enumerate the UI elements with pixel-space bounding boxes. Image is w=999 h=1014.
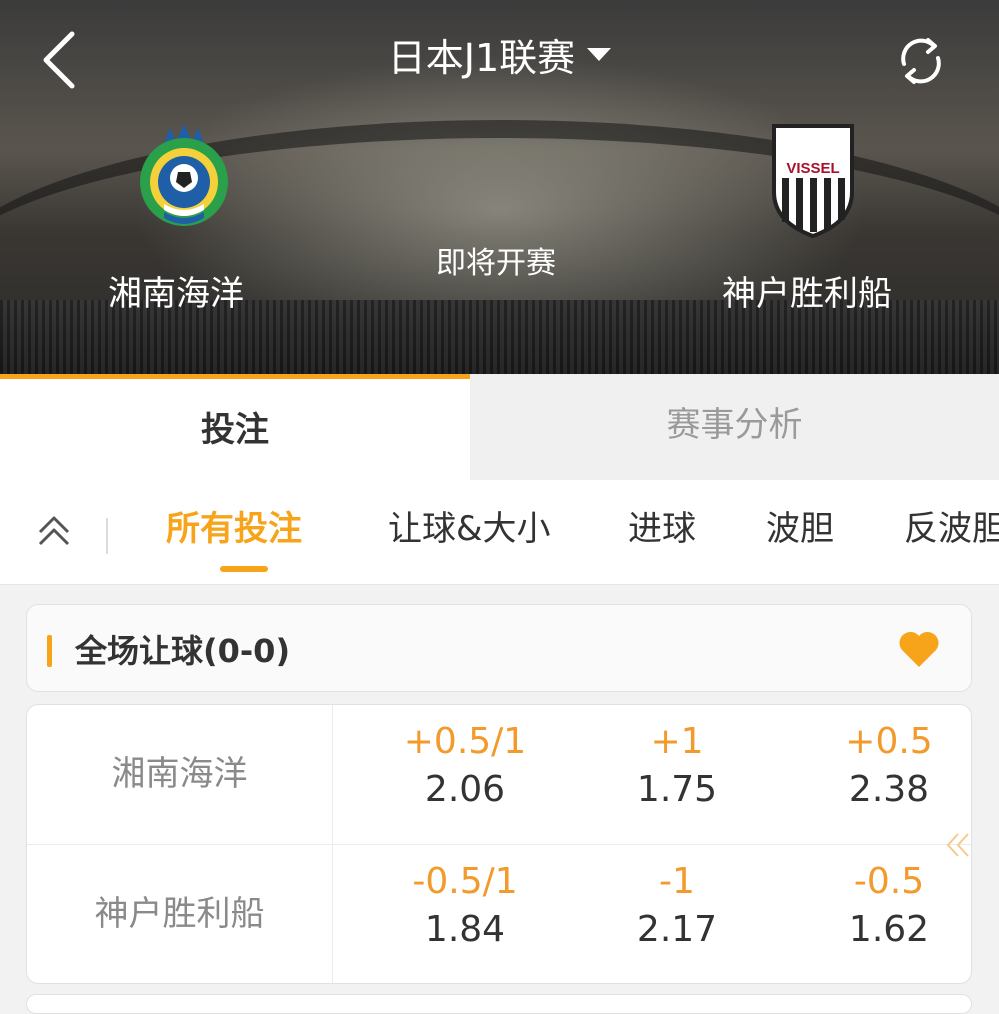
row-team-name: 神户胜利船: [27, 845, 333, 983]
odds-cell[interactable]: +0.5/1 2.06: [365, 719, 565, 815]
odds-table: 湘南海洋 +0.5/1 2.06 +1 1.75 +0.5 2.38 神户胜利船…: [26, 704, 972, 984]
home-team-logo: [140, 124, 228, 226]
odds-value: 2.17: [636, 909, 718, 950]
odds-value: 1.75: [636, 769, 718, 810]
filter-correct-score[interactable]: 波胆: [766, 506, 834, 552]
next-market-card: [26, 994, 972, 1014]
odds-cell[interactable]: -1 2.17: [577, 859, 777, 955]
bet-type-filter-bar: 所有投注 让球&大小 进球 波胆 反波胆: [0, 480, 999, 585]
section-accent-bar: [47, 635, 52, 667]
filter-handicap-over-under[interactable]: 让球&大小: [388, 506, 551, 552]
handicap-value: +1: [650, 721, 704, 762]
filter-reverse-correct-score[interactable]: 反波胆: [904, 506, 999, 552]
odds-value: 1.62: [848, 909, 930, 950]
odds-cell[interactable]: +1 1.75: [577, 719, 777, 815]
heart-icon[interactable]: [897, 629, 941, 669]
home-team-name: 湘南海洋: [108, 274, 244, 314]
odds-cell[interactable]: -0.5 1.62: [789, 859, 971, 955]
away-logo-text: VISSEL: [786, 160, 839, 177]
main-tabs: 投注 赛事分析: [0, 374, 999, 480]
handicap-value: +0.5: [845, 721, 933, 762]
odds-cell[interactable]: -0.5/1 1.84: [365, 859, 565, 955]
odds-cell[interactable]: +0.5 2.38: [789, 719, 971, 815]
double-chevron-up-icon[interactable]: [34, 510, 74, 550]
filter-goals[interactable]: 进球: [628, 506, 696, 552]
away-team-logo: VISSEL: [772, 124, 854, 239]
filter-divider: [106, 518, 108, 554]
filter-all-bets[interactable]: 所有投注: [166, 506, 302, 552]
handicap-value: -1: [659, 861, 695, 902]
caret-down-icon: [587, 48, 612, 61]
handicap-value: -0.5: [853, 861, 925, 902]
active-filter-indicator: [220, 566, 268, 572]
table-row: 湘南海洋 +0.5/1 2.06 +1 1.75 +0.5 2.38: [27, 705, 971, 845]
odds-value: 2.06: [424, 769, 506, 810]
league-selector[interactable]: 日本J1联赛: [0, 30, 999, 86]
market-section-header[interactable]: 全场让球(0-0): [26, 604, 972, 692]
table-row: 神户胜利船 -0.5/1 1.84 -1 2.17 -0.5 1.62: [27, 845, 971, 983]
odds-value: 1.84: [424, 909, 506, 950]
odds-value: 2.38: [848, 769, 930, 810]
tab-betting[interactable]: 投注: [0, 374, 470, 480]
tab-match-analysis[interactable]: 赛事分析: [470, 374, 999, 480]
away-team-name: 神户胜利船: [722, 274, 892, 314]
match-header: 日本J1联赛 VISSEL 湘南海洋 即将开赛 神户胜利船: [0, 0, 999, 374]
handicap-value: +0.5/1: [403, 721, 527, 762]
double-chevron-left-icon[interactable]: [944, 830, 974, 860]
league-title: 日本J1联赛: [387, 36, 576, 80]
section-title: 全场让球(0-0): [75, 632, 291, 670]
handicap-value: -0.5/1: [412, 861, 518, 902]
refresh-icon[interactable]: [894, 34, 948, 88]
match-status: 即将开赛: [436, 246, 556, 281]
row-team-name: 湘南海洋: [27, 705, 333, 844]
